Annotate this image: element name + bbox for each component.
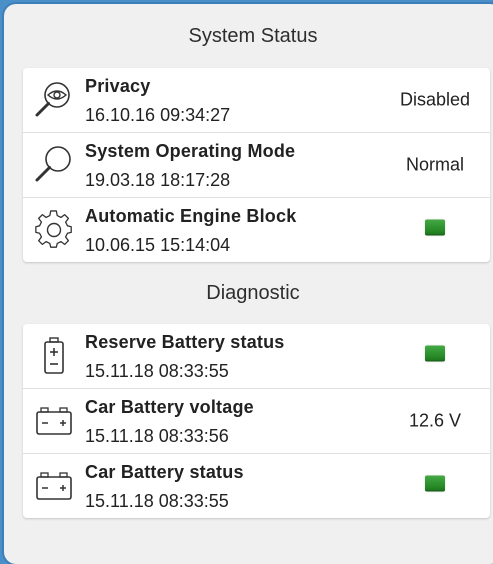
- row-value: [380, 475, 490, 497]
- system-status-list: Privacy 16.10.16 09:34:27 Disabled Syste…: [23, 68, 490, 262]
- row-value: Disabled: [399, 89, 471, 110]
- status-indicator-green: [425, 345, 445, 362]
- list-item-car-battery-voltage[interactable]: Car Battery voltage 15.11.18 08:33:56 12…: [23, 389, 490, 454]
- row-value: [380, 219, 490, 241]
- magnifier-icon: [23, 133, 85, 197]
- privacy-eye-search-icon: [23, 68, 85, 132]
- row-value: Normal: [405, 154, 464, 175]
- list-item-car-battery-status[interactable]: Car Battery status 15.11.18 08:33:55: [23, 454, 490, 518]
- car-battery-icon: [23, 389, 85, 453]
- diagnostic-list: Reserve Battery status 15.11.18 08:33:55: [23, 324, 490, 518]
- system-status-header: System Status: [188, 24, 318, 47]
- gear-icon: [23, 198, 85, 262]
- list-item-privacy[interactable]: Privacy 16.10.16 09:34:27 Disabled: [23, 68, 490, 133]
- list-item-reserve-battery[interactable]: Reserve Battery status 15.11.18 08:33:55: [23, 324, 490, 389]
- list-item-engine-block[interactable]: Automatic Engine Block 10.06.15 15:14:04: [23, 198, 490, 262]
- status-indicator-green: [425, 475, 445, 492]
- reserve-battery-icon: [23, 324, 85, 388]
- row-value: 12.6 V: [408, 410, 462, 431]
- car-battery-icon: [23, 454, 85, 518]
- diagnostic-header: Diagnostic: [206, 281, 300, 304]
- row-value: [380, 345, 490, 367]
- status-indicator-green: [425, 219, 445, 236]
- status-panel: System Status Privacy 16.10.16 09:34:27 …: [4, 4, 493, 564]
- list-item-operating-mode[interactable]: System Operating Mode 19.03.18 18:17:28 …: [23, 133, 490, 198]
